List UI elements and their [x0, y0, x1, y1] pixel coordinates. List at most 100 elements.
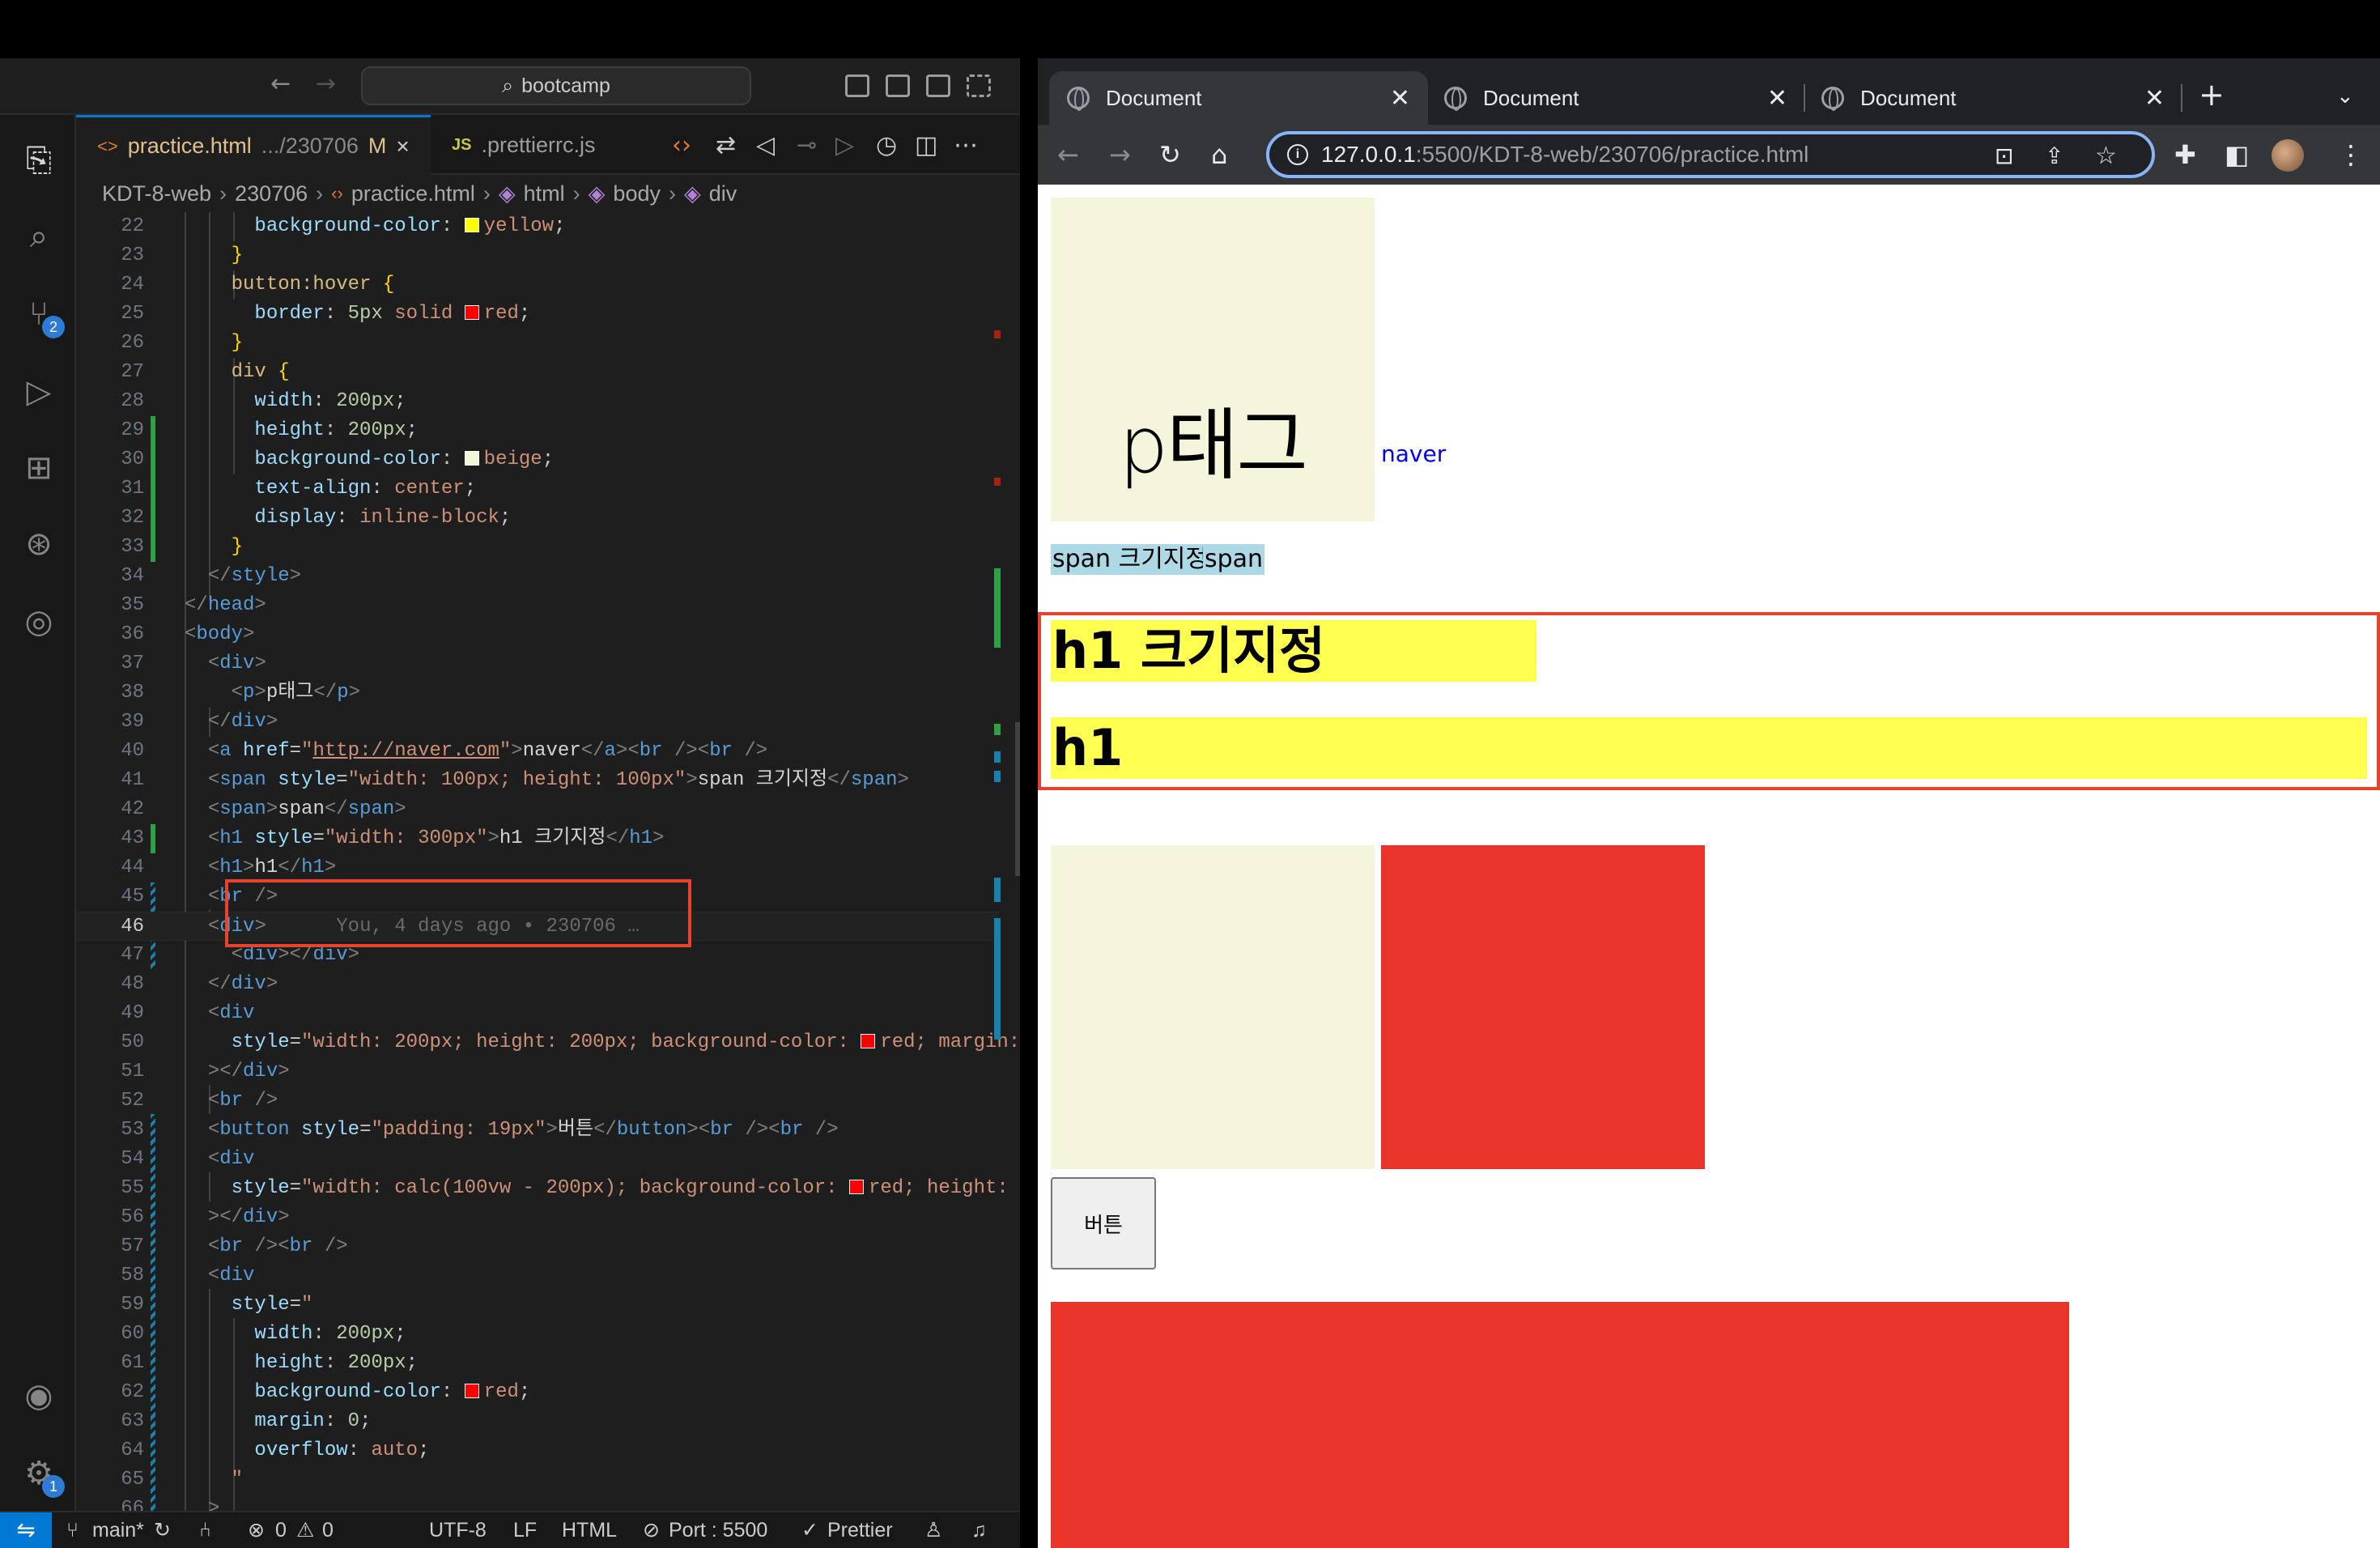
side-panel-icon[interactable]: ◧ [2225, 139, 2249, 170]
js-file-icon: JS [452, 135, 472, 154]
go-back-change-icon[interactable]: ◁ [756, 131, 775, 159]
browser-tab-title: Document [1483, 85, 1579, 110]
breadcrumb: KDT-8-web › 230706 › ‹› practice.html › ◈ h… [102, 181, 737, 206]
html-file-icon: ‹› [331, 183, 343, 203]
notifications-bell-icon[interactable]: ♫ [971, 1512, 987, 1548]
close-tab-icon[interactable]: ✕ [1767, 84, 1787, 113]
toggle-secondary-sidebar-icon[interactable] [926, 74, 950, 97]
extensions-icon[interactable]: ⊞ [16, 445, 62, 491]
tab-modified-badge: M [368, 134, 387, 158]
browser-toolbar: ← → ↻ ⌂ i 127.0.0.1:5500/KDT-8-web/23070… [1038, 125, 2380, 185]
browser-tab[interactable]: Document ✕ [1804, 71, 2182, 125]
browser-tab-title: Document [1106, 85, 1202, 110]
breadcrumb-item[interactable]: body [613, 181, 661, 206]
naver-link[interactable]: naver [1381, 440, 1446, 467]
browser-tab[interactable]: Document ✕ [1049, 71, 1428, 125]
git-graph-icon[interactable]: ⊛ [16, 521, 62, 567]
timeline-icon[interactable]: ◷ [876, 131, 897, 159]
reload-icon[interactable]: ↻ [1159, 139, 1181, 170]
tab-practice-html[interactable]: <> practice.html .../230706 M × [76, 115, 431, 175]
browser-window: Document ✕ Document ✕ Document ✕ + ⌄ ← →… [1038, 58, 2380, 1548]
live-server-port[interactable]: Port : 5500 [669, 1512, 767, 1548]
search-icon: ⌕ [502, 74, 514, 97]
commit-icon[interactable]: ⊸ [797, 131, 817, 159]
breadcrumb-item[interactable]: div [709, 181, 737, 206]
explorer-icon[interactable]: ⎘ [16, 138, 62, 183]
new-tab-icon[interactable]: + [2199, 79, 2225, 110]
translate-icon[interactable]: ⊡ [1995, 141, 2013, 172]
back-arrow-icon[interactable]: ← [270, 70, 291, 98]
plain-span: span [1203, 544, 1265, 575]
remote-indicator-icon[interactable]: ⇋ [0, 1512, 52, 1548]
encoding[interactable]: UTF-8 [429, 1512, 487, 1548]
toggle-sidebar-icon[interactable] [845, 74, 869, 97]
error-icon[interactable]: ⊗ [248, 1512, 265, 1548]
url-host: 127.0.0.1 [1321, 142, 1416, 167]
prettier-status[interactable]: Prettier [827, 1512, 893, 1548]
profile-avatar[interactable] [2272, 139, 2304, 172]
more-actions-icon[interactable]: ⋯ [954, 131, 978, 159]
highlight-box [225, 879, 691, 947]
sync-icon[interactable]: ↻ [154, 1512, 171, 1548]
toggle-panel-icon[interactable] [886, 74, 910, 97]
button-element[interactable]: 버튼 [1051, 1177, 1156, 1269]
html-file-icon: <> [97, 135, 118, 156]
command-center[interactable]: ⌕ bootcamp [361, 66, 751, 105]
breadcrumb-item[interactable]: html [524, 181, 565, 206]
open-changes-icon[interactable]: ⇄ [716, 131, 736, 159]
address-bar[interactable]: i 127.0.0.1:5500/KDT-8-web/230706/practi… [1266, 131, 2155, 178]
close-tab-icon[interactable]: ✕ [2144, 84, 2165, 113]
globe-icon [1444, 87, 1467, 111]
forward-icon[interactable]: → [1109, 139, 1131, 170]
title-bar: ← → ⌕ bootcamp [0, 58, 1020, 115]
tab-search-chevron-icon[interactable]: ⌄ [2336, 81, 2354, 112]
beige-div [1051, 845, 1375, 1169]
branch-name[interactable]: main* [92, 1512, 144, 1548]
home-icon[interactable]: ⌂ [1211, 139, 1227, 170]
breadcrumb-item[interactable]: practice.html [351, 181, 475, 206]
run-debug-icon[interactable]: ▷ [16, 369, 62, 415]
git-graph-status-icon[interactable]: ⑃ [199, 1512, 211, 1548]
symbol-icon: ◈ [588, 181, 606, 206]
end-of-line[interactable]: LF [513, 1512, 537, 1548]
scrollbar-thumb[interactable] [1015, 722, 1020, 876]
search-icon[interactable]: ⌕ [16, 214, 62, 259]
warning-count[interactable]: 0 [322, 1512, 334, 1548]
customize-layout-icon[interactable] [967, 74, 991, 97]
red-calc-div [1051, 1302, 2069, 1548]
go-forward-change-icon[interactable]: ▷ [835, 131, 854, 159]
branch-icon[interactable]: ⑂ [66, 1512, 79, 1548]
share-icon[interactable]: ⇪ [2045, 141, 2063, 172]
symbol-icon: ◈ [683, 181, 701, 206]
check-icon[interactable]: ✓ [801, 1512, 818, 1548]
site-info-icon[interactable]: i [1287, 144, 1308, 165]
breadcrumb-item[interactable]: KDT-8-web [102, 181, 211, 206]
breadcrumb-item[interactable]: 230706 [235, 181, 308, 206]
activity-bar: ⎘ ⌕ ⑂ 2 ▷ ⊞ ⊛ ◎ ◉ ⚙ 1 [0, 115, 76, 1548]
back-icon[interactable]: ← [1057, 139, 1079, 170]
tab-prettierrc[interactable]: JS .prettierrc.js [431, 115, 649, 175]
close-icon[interactable]: × [396, 134, 409, 159]
language-mode[interactable]: HTML [562, 1512, 617, 1548]
extensions-puzzle-icon[interactable]: ✚ [2174, 139, 2196, 170]
code-editor[interactable]: 22 background-color: yellow; 23 } 24 but… [76, 212, 1020, 1548]
settings-gear-icon[interactable]: ⚙ 1 [16, 1451, 65, 1498]
url-path: :5500/KDT-8-web/230706/practice.html [1415, 142, 1809, 167]
open-preview-icon[interactable]: ‹› [672, 131, 691, 159]
account-icon[interactable]: ◉ [16, 1373, 62, 1418]
close-tab-icon[interactable]: ✕ [1390, 84, 1410, 113]
bookmark-star-icon[interactable]: ☆ [2095, 141, 2117, 172]
web-page-viewport: p태그 naver span 크기지정 span h1 크기지정 h1 버튼 [1038, 185, 2380, 1548]
browser-tab-title: Document [1860, 85, 1957, 110]
forward-arrow-icon[interactable]: → [316, 70, 336, 98]
menu-kebab-icon[interactable]: ⋮ [2338, 139, 2364, 170]
browser-tab[interactable]: Document ✕ [1426, 71, 1805, 125]
accounts-status-icon[interactable]: ♙ [924, 1512, 942, 1548]
split-editor-icon[interactable]: ◫ [915, 131, 937, 159]
error-count[interactable]: 0 [275, 1512, 287, 1548]
live-server-icon[interactable]: ⊘ [643, 1512, 660, 1548]
source-control-icon[interactable]: ⑂ 2 [16, 291, 65, 338]
warning-icon[interactable]: ⚠ [296, 1512, 314, 1548]
remote-explorer-icon[interactable]: ◎ [16, 599, 62, 644]
settings-badge: 1 [42, 1475, 65, 1498]
